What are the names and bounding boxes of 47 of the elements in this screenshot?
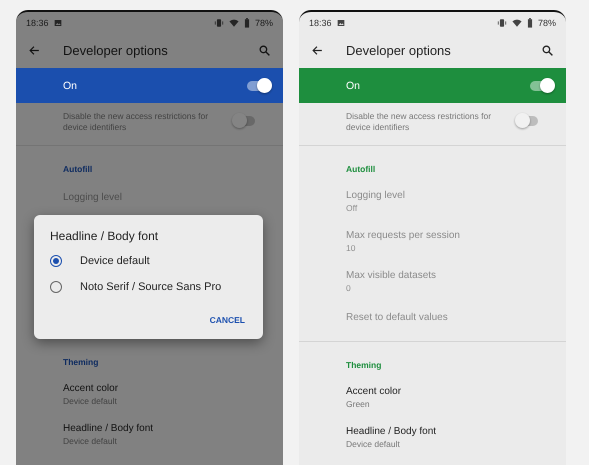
vibrate-icon — [214, 18, 224, 28]
radio-button[interactable] — [50, 281, 62, 293]
master-toggle[interactable] — [530, 80, 552, 90]
section-header: Theming — [345, 359, 382, 372]
status-time: 18:36 — [26, 18, 49, 28]
radio-button[interactable] — [50, 255, 62, 267]
dialog-option[interactable]: Noto Serif / Source Sans Pro — [50, 275, 247, 301]
setting-title[interactable]: Accent color — [63, 383, 269, 394]
toggle-switch[interactable] — [516, 116, 538, 126]
battery-level: 78% — [254, 18, 273, 28]
toggle-switch[interactable] — [233, 116, 255, 126]
dialog-option[interactable]: Device default — [50, 249, 247, 275]
section-header: Autofill — [62, 163, 94, 176]
image-icon — [54, 19, 62, 27]
cancel-button[interactable]: CANCEL — [208, 313, 247, 327]
setting-title[interactable]: Headline / Body font — [63, 423, 269, 434]
setting-value: 10 — [346, 243, 356, 254]
dialog-title: Headline / Body font — [50, 229, 160, 243]
battery-level: 78% — [538, 18, 556, 28]
screen-title: Developer options — [346, 42, 452, 58]
setting-value: 0 — [346, 283, 352, 294]
setting-value: Device default — [63, 396, 118, 407]
setting-title[interactable]: Accent color — [346, 386, 552, 397]
setting-value: Device default — [346, 439, 401, 450]
battery-icon — [526, 18, 533, 28]
setting-description: Disable the new access restrictions for device identifiers — [63, 111, 210, 133]
status-time: 18:36 — [309, 18, 332, 28]
vibrate-icon — [496, 18, 507, 28]
setting-value: Green — [346, 399, 371, 410]
search-icon[interactable] — [541, 44, 554, 56]
section-header: Theming — [62, 356, 100, 369]
setting-value: Device default — [63, 436, 118, 447]
setting-description: Disable the new access restrictions for device identifiers — [346, 111, 492, 133]
master-switch-label: On — [346, 80, 362, 92]
wifi-icon — [512, 18, 522, 28]
setting-title[interactable]: Headline / Body font — [346, 426, 552, 437]
setting-value: Off — [346, 203, 358, 214]
image-icon — [336, 19, 345, 27]
screen-title: Developer options — [63, 42, 169, 58]
master-switch-bar[interactable]: On — [16, 68, 283, 103]
master-switch-bar[interactable]: On — [299, 68, 566, 103]
master-toggle[interactable] — [247, 80, 269, 90]
back-arrow-icon[interactable] — [311, 44, 324, 56]
wifi-icon — [228, 18, 239, 28]
battery-icon — [244, 18, 250, 28]
section-header: Autofill — [345, 163, 376, 176]
master-switch-label: On — [63, 80, 78, 92]
